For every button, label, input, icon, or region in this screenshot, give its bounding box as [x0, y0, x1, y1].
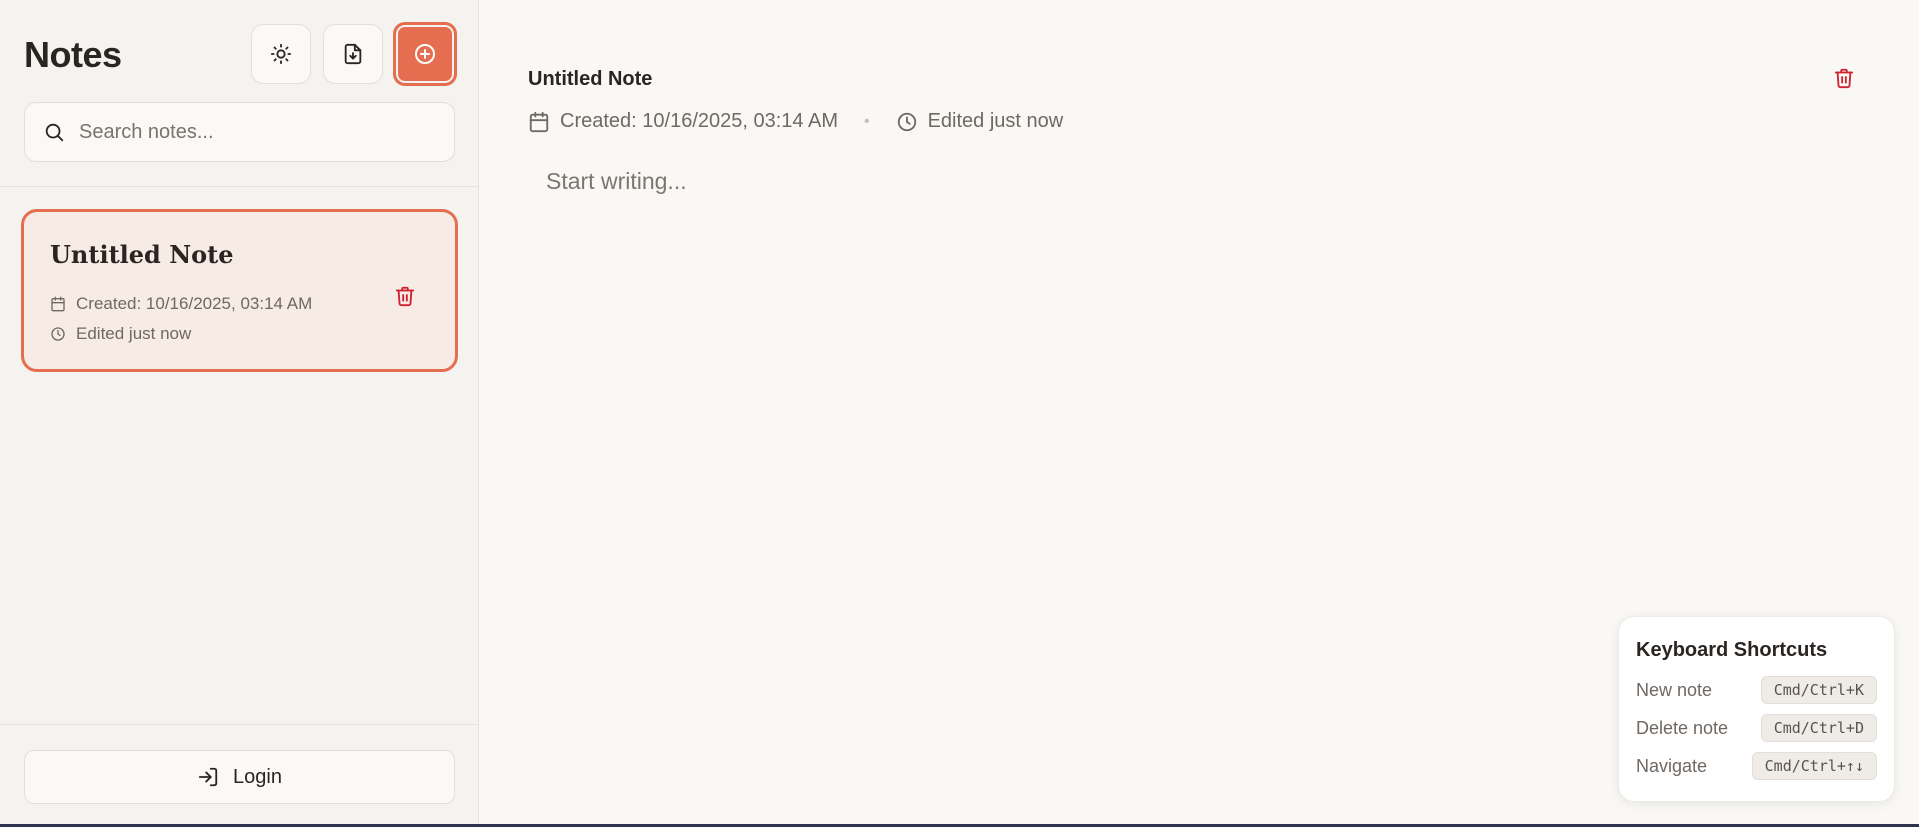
delete-note-button[interactable]: [389, 280, 421, 312]
editor-delete-button[interactable]: [1830, 64, 1858, 92]
export-button[interactable]: [323, 24, 383, 84]
editor-meta: Created: 10/16/2025, 03:14 AM • Edited j…: [528, 110, 1063, 133]
clock-icon: [51, 327, 65, 341]
trash-icon: [1834, 68, 1854, 89]
shortcut-key: Cmd/Ctrl+D: [1760, 714, 1877, 742]
keyboard-shortcuts-panel: Keyboard Shortcuts New note Cmd/Ctrl+K D…: [1618, 616, 1895, 802]
note-card[interactable]: Untitled Note Created: 10/16/2025, 03:14…: [21, 209, 458, 372]
shortcut-label: New note: [1636, 679, 1713, 700]
note-created-text: Created: 10/16/2025, 03:14 AM: [76, 294, 313, 313]
note-created: Created: 10/16/2025, 03:14 AM: [50, 294, 312, 314]
trash-icon: [395, 286, 415, 307]
shortcut-key: Cmd/Ctrl+K: [1760, 676, 1877, 704]
login-label: Login: [233, 765, 282, 788]
sun-icon: [270, 43, 292, 65]
note-title: Untitled Note: [50, 240, 234, 269]
calendar-icon: [51, 296, 65, 312]
search-icon: [45, 123, 64, 142]
shortcut-key: Cmd/Ctrl+↑↓: [1751, 752, 1877, 780]
editor-title[interactable]: Untitled Note: [528, 68, 652, 91]
note-edited-text: Edited just now: [76, 324, 192, 343]
note-edited: Edited just now: [50, 324, 191, 344]
plus-circle-icon: [415, 44, 435, 64]
shortcut-row: New note Cmd/Ctrl+K: [1636, 675, 1877, 705]
sidebar-footer: Login: [0, 724, 479, 827]
editor-body[interactable]: Start writing...: [546, 168, 687, 195]
shortcut-label: Delete note: [1636, 717, 1729, 738]
search-box: [24, 102, 455, 162]
shortcut-row: Navigate Cmd/Ctrl+↑↓: [1636, 751, 1877, 781]
clock-icon: [897, 112, 916, 131]
editor-edited-text: Edited just now: [927, 110, 1064, 132]
shortcuts-title: Keyboard Shortcuts: [1636, 639, 1828, 661]
theme-toggle-button[interactable]: [251, 24, 311, 84]
calendar-icon: [529, 111, 549, 132]
search-input[interactable]: [79, 120, 439, 144]
login-button[interactable]: Login: [24, 750, 455, 804]
editor-created-text: Created: 10/16/2025, 03:14 AM: [560, 110, 838, 132]
meta-separator: •: [863, 112, 870, 130]
sidebar-header: Notes: [0, 0, 479, 187]
file-download-icon: [344, 43, 362, 65]
app-title: Notes: [24, 34, 122, 75]
shortcut-row: Delete note Cmd/Ctrl+D: [1636, 713, 1877, 743]
new-note-button[interactable]: [393, 22, 457, 86]
shortcut-label: Navigate: [1636, 755, 1708, 776]
sidebar: Notes Search notes... Untitled Note Crea…: [0, 0, 479, 827]
login-icon: [198, 767, 218, 787]
